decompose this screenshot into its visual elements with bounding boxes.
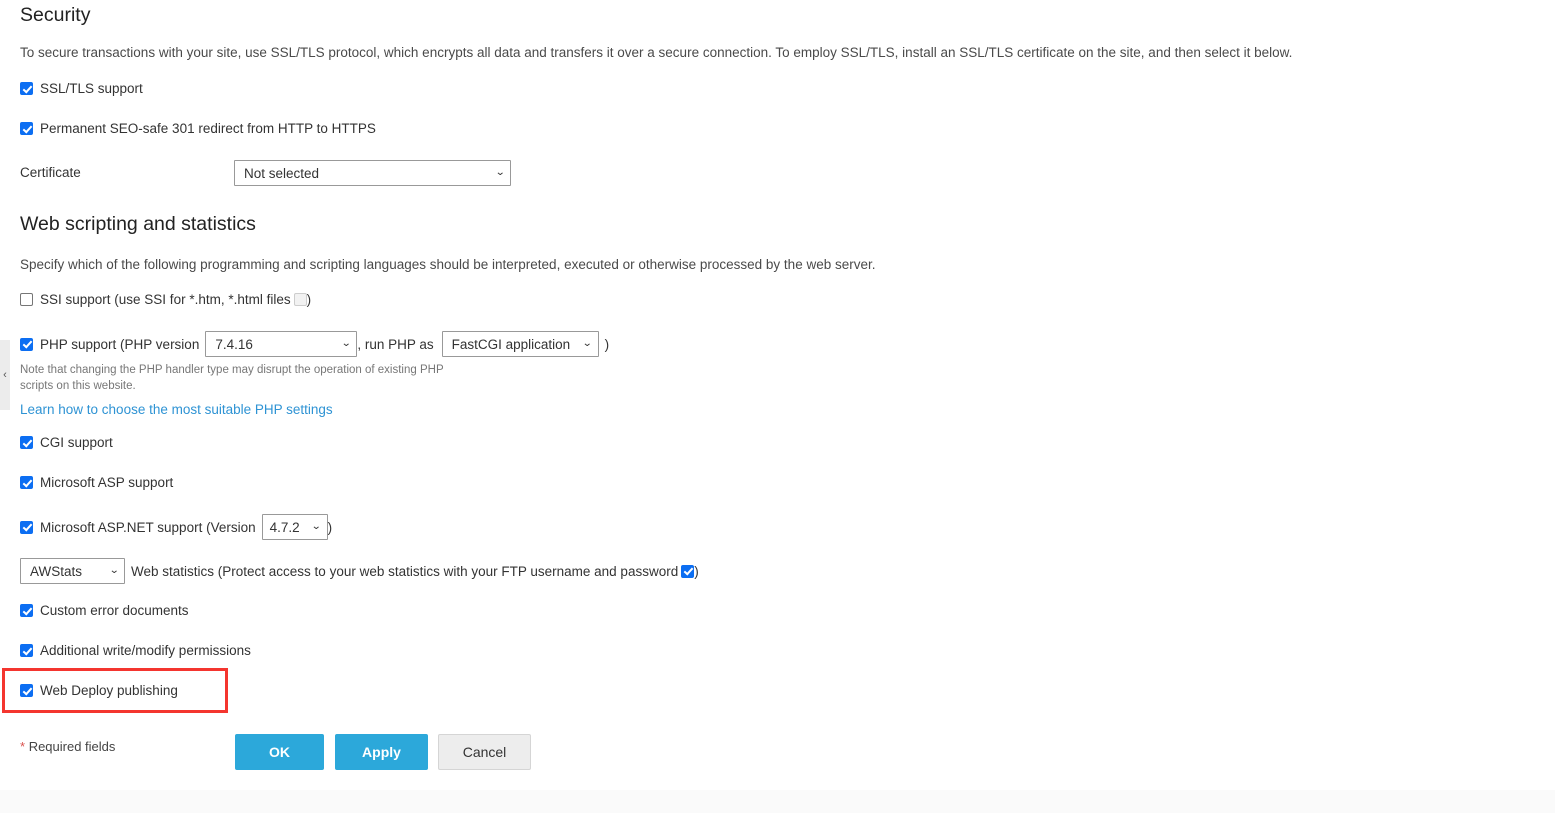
aspnet-support-label: Microsoft ASP.NET support (Version bbox=[40, 519, 256, 535]
web-deploy-publishing-row[interactable]: Web Deploy publishing bbox=[20, 683, 178, 698]
cgi-support-checkbox[interactable] bbox=[20, 436, 33, 449]
security-section-title: Security bbox=[20, 4, 91, 26]
cgi-support-label: CGI support bbox=[40, 435, 113, 450]
scripting-section-title: Web scripting and statistics bbox=[20, 213, 256, 235]
aspnet-support-row[interactable]: Microsoft ASP.NET support (Version 4.7.2… bbox=[20, 514, 332, 540]
required-fields-text: Required fields bbox=[28, 739, 116, 754]
chevron-down-icon: ⌄ bbox=[311, 521, 322, 532]
php-handler-value: FastCGI application bbox=[451, 336, 571, 352]
ssi-support-row[interactable]: SSI support (use SSI for *.htm, *.html f… bbox=[20, 292, 311, 307]
web-statistics-engine-value: AWStats bbox=[30, 563, 83, 579]
microsoft-asp-support-label: Microsoft ASP support bbox=[40, 475, 174, 490]
php-support-checkbox[interactable] bbox=[20, 337, 33, 351]
required-fields-note: * Required fields bbox=[20, 739, 115, 754]
web-deploy-publishing-label: Web Deploy publishing bbox=[40, 683, 178, 698]
content-panel: Security To secure transactions with you… bbox=[0, 0, 1555, 790]
aspnet-version-select[interactable]: 4.7.2 ⌄ bbox=[261, 514, 328, 540]
custom-error-documents-checkbox[interactable] bbox=[20, 604, 33, 617]
microsoft-asp-support-row[interactable]: Microsoft ASP support bbox=[20, 475, 173, 490]
seo-redirect-label: Permanent SEO-safe 301 redirect from HTT… bbox=[40, 121, 376, 136]
chevron-down-icon: ⌄ bbox=[494, 167, 506, 178]
web-statistics-engine-select[interactable]: AWStats ⌄ bbox=[20, 558, 125, 584]
aspnet-support-checkbox[interactable] bbox=[20, 520, 33, 534]
certificate-select-value: Not selected bbox=[244, 165, 320, 181]
cgi-support-row[interactable]: CGI support bbox=[20, 435, 113, 450]
aspnet-support-label-suffix: ) bbox=[327, 519, 333, 535]
ok-button[interactable]: OK bbox=[235, 734, 324, 770]
web-statistics-label-suffix: ) bbox=[694, 563, 699, 579]
php-handler-note: Note that changing the PHP handler type … bbox=[20, 363, 520, 394]
ssl-tls-support-label: SSL/TLS support bbox=[40, 81, 143, 96]
write-permissions-row[interactable]: Additional write/modify permissions bbox=[20, 643, 251, 658]
web-deploy-publishing-checkbox[interactable] bbox=[20, 684, 33, 697]
certificate-select[interactable]: Not selected ⌄ bbox=[234, 160, 511, 186]
php-settings-help-link[interactable]: Learn how to choose the most suitable PH… bbox=[20, 402, 333, 417]
seo-redirect-checkbox[interactable] bbox=[20, 122, 33, 135]
chevron-down-icon: ⌄ bbox=[108, 565, 120, 576]
web-statistics-protect-checkbox[interactable] bbox=[681, 564, 695, 578]
php-handler-note-line2: scripts on this website. bbox=[20, 379, 136, 392]
chevron-down-icon: ⌄ bbox=[340, 338, 352, 349]
chevron-left-icon: ‹ bbox=[3, 368, 7, 381]
ssl-tls-support-row[interactable]: SSL/TLS support bbox=[20, 81, 143, 96]
web-statistics-row[interactable]: AWStats ⌄ Web statistics (Protect access… bbox=[20, 558, 699, 584]
php-handler-select[interactable]: FastCGI application ⌄ bbox=[441, 331, 599, 357]
sidebar-collapse-toggle[interactable]: ‹ bbox=[0, 340, 10, 410]
php-handler-note-line1: Note that changing the PHP handler type … bbox=[20, 364, 444, 376]
aspnet-version-value: 4.7.2 bbox=[269, 519, 300, 535]
microsoft-asp-support-checkbox[interactable] bbox=[20, 476, 33, 489]
php-support-row[interactable]: PHP support (PHP version 7.4.16 ⌄ , run … bbox=[20, 331, 609, 357]
certificate-label: Certificate bbox=[20, 165, 81, 180]
ssi-support-label-suffix: ) bbox=[306, 292, 312, 307]
security-description: To secure transactions with your site, u… bbox=[20, 45, 1293, 60]
php-support-label-suffix: ) bbox=[604, 336, 610, 352]
cancel-button[interactable]: Cancel bbox=[438, 734, 531, 770]
settings-page: Security To secure transactions with you… bbox=[0, 0, 1555, 813]
apply-button[interactable]: Apply bbox=[335, 734, 428, 770]
php-support-label: PHP support (PHP version bbox=[40, 336, 200, 352]
php-version-value: 7.4.16 bbox=[215, 336, 253, 352]
scripting-description: Specify which of the following programmi… bbox=[20, 257, 876, 272]
required-asterisk: * bbox=[20, 739, 26, 754]
chevron-down-icon: ⌄ bbox=[582, 338, 593, 349]
ssl-tls-support-checkbox[interactable] bbox=[20, 82, 33, 95]
seo-redirect-row[interactable]: Permanent SEO-safe 301 redirect from HTT… bbox=[20, 121, 376, 136]
write-permissions-label: Additional write/modify permissions bbox=[40, 643, 251, 658]
php-version-select[interactable]: 7.4.16 ⌄ bbox=[205, 331, 358, 357]
ssi-file-types-checkbox[interactable] bbox=[293, 293, 307, 306]
web-statistics-label: Web statistics (Protect access to your w… bbox=[131, 563, 679, 579]
write-permissions-checkbox[interactable] bbox=[20, 644, 33, 657]
custom-error-documents-label: Custom error documents bbox=[40, 603, 189, 618]
custom-error-documents-row[interactable]: Custom error documents bbox=[20, 603, 189, 618]
php-run-as-label: , run PHP as bbox=[357, 336, 434, 352]
ssi-support-label: SSI support (use SSI for *.htm, *.html f… bbox=[40, 292, 291, 307]
ssi-support-checkbox[interactable] bbox=[20, 293, 33, 306]
